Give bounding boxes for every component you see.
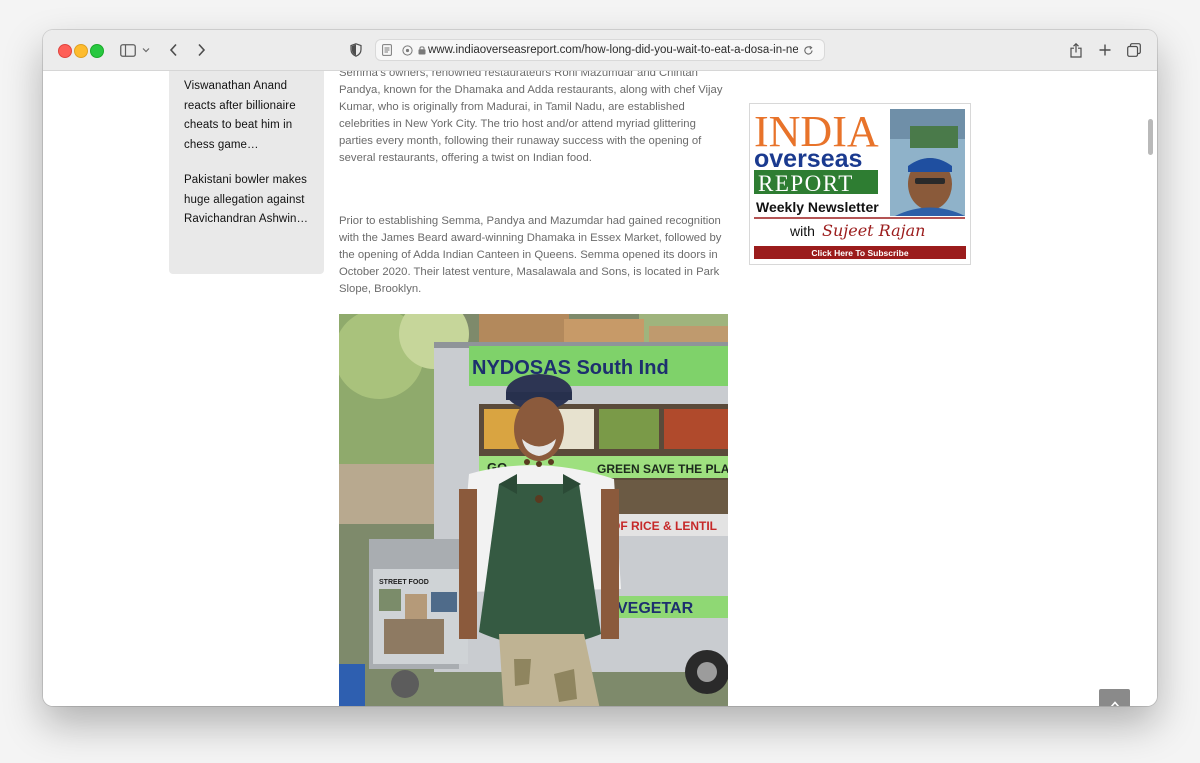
scrollbar-thumb[interactable] [1148,119,1153,155]
related-links-panel: Viswanathan Anand reacts after billionai… [169,71,324,274]
reader-icon[interactable] [376,44,398,56]
tab-overview-icon[interactable] [1126,39,1142,61]
sidebar-link-ashwin[interactable]: Pakistani bowler makes huge allegation a… [184,171,314,230]
ad-author-name: Sujeet Rajan [822,221,925,240]
cart-sign-middle: GREEN SAVE THE PLANE [597,462,728,476]
chevron-down-icon[interactable] [141,39,151,61]
minimize-window-button[interactable] [74,44,88,58]
cart-sign-lower: OF RICE & LENTIL [611,519,717,533]
browser-toolbar: www.indiaoverseasreport.com/how-long-did… [43,30,1157,71]
share-icon[interactable] [1068,39,1084,61]
article-photo: NYDOSAS South Ind GO GREEN SAVE THE PLAN… [339,314,728,706]
article-paragraph: Semma’s owners, renowned restaurateurs R… [339,71,723,164]
newsletter-ad[interactable]: INDIA overseas REPORT Weekly Newsletter … [749,103,971,265]
article-paragraph: Prior to establishing Semma, Pandya and … [339,215,722,295]
web-page: Viswanathan Anand reacts after billionai… [43,71,1157,706]
forward-arrow-icon[interactable] [193,39,209,61]
extension-icon[interactable] [398,44,416,56]
new-tab-icon[interactable] [1097,39,1113,61]
ad-overseas-text: overseas [754,145,862,173]
cart-sign-top: NYDOSAS South Ind [472,357,669,379]
address-bar[interactable]: www.indiaoverseasreport.com/how-long-did… [375,39,825,61]
url-text: www.indiaoverseasreport.com/how-long-did… [428,44,798,56]
ad-cta-text[interactable]: Click Here To Subscribe [811,248,908,258]
sidebar-toggle-icon[interactable] [119,39,137,61]
reload-icon[interactable] [798,45,818,56]
back-to-top-button[interactable] [1099,689,1130,706]
ad-with-text: with [789,223,815,239]
board-sign: STREET FOOD [379,579,429,586]
close-window-button[interactable] [58,44,72,58]
ad-weekly-text: Weekly Newsletter [756,199,879,215]
browser-window: www.indiaoverseasreport.com/how-long-did… [43,30,1157,706]
page-scrollbar[interactable] [1146,75,1155,702]
cart-sign-bottom: VEGETAR [617,600,694,617]
ad-report-text: REPORT [758,171,854,196]
lock-icon [416,45,428,55]
zoom-window-button[interactable] [90,44,104,58]
sidebar-link-anand[interactable]: Viswanathan Anand reacts after billionai… [184,77,314,155]
privacy-shield-icon[interactable] [348,39,364,61]
back-arrow-icon[interactable] [165,39,181,61]
chevron-up-icon [1110,701,1119,706]
